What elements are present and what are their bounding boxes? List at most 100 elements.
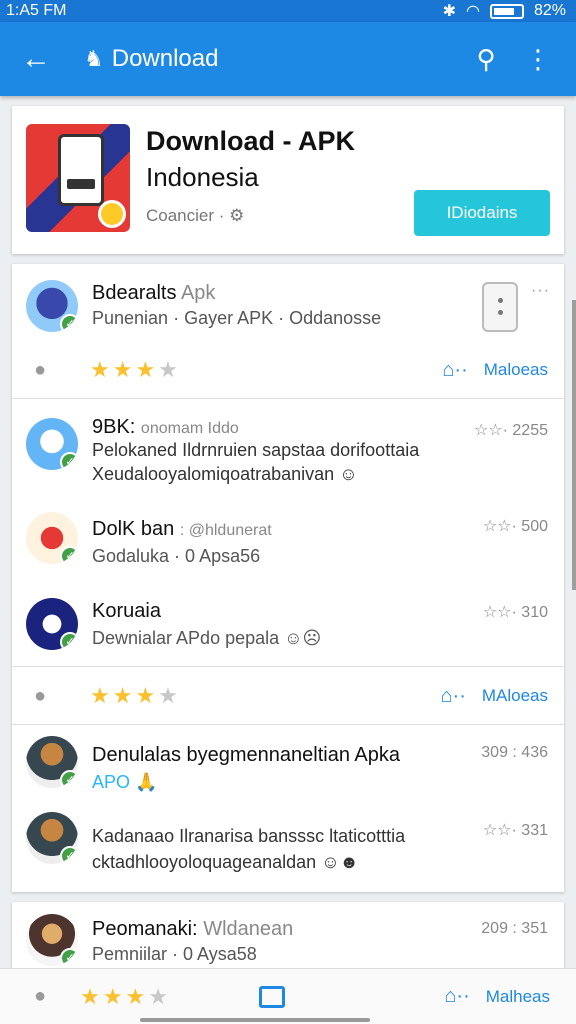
- reaction-count-value: 331: [521, 822, 548, 839]
- battery-level: 82%: [533, 2, 566, 19]
- comment-icon[interactable]: ●: [34, 985, 46, 1008]
- app-header-card: Download - APK Indonesia Coancier · ⚙ ID…: [12, 106, 564, 254]
- verified-icon: ✓: [60, 314, 78, 332]
- search-icon[interactable]: ⚲: [460, 44, 512, 75]
- item-subtitle-text: APO: [92, 772, 131, 792]
- item-subtitle-text: Dewnialar APdo pepala: [92, 628, 280, 648]
- page-title: Download: [111, 45, 219, 72]
- app-icon: [26, 124, 130, 232]
- item-title: DolK ban : @hldunerat: [92, 518, 272, 541]
- item-body-2: cktadhlooyoloquageanaldan ☺☻: [92, 852, 359, 873]
- action-row: ● ★★★★ ⌂·· MAloeas: [12, 668, 564, 724]
- battery-icon: [489, 3, 524, 19]
- more-vert-icon[interactable]: ⋮: [512, 44, 564, 75]
- emoji-icon: ☺☹: [284, 628, 322, 648]
- scrollbar[interactable]: [572, 300, 576, 590]
- bottom-action-bar: ● ★★★★ ⌂·· Malheas: [0, 968, 576, 1024]
- verified-icon: ✓: [60, 546, 78, 564]
- avatar: ✓: [26, 280, 78, 332]
- reaction-count: 209 : 351: [481, 920, 548, 937]
- item-title-light: Apk: [180, 282, 216, 304]
- item-title: 9BK: onomam Iddo: [92, 416, 239, 439]
- item-title-text: Peomanaki:: [92, 918, 198, 940]
- more-button[interactable]: MAloeas: [482, 686, 548, 706]
- item-title: Bdearalts Apk: [92, 282, 215, 305]
- app-bar: ← ♞ Download ⚲ ⋮: [0, 22, 576, 96]
- list-item[interactable]: ✓ 9BK: onomam Iddo Pelokaned Ildrnruien …: [12, 398, 564, 498]
- avatar: ✓: [26, 736, 78, 788]
- divider: [12, 666, 564, 667]
- comment-icon[interactable]: ●: [34, 359, 70, 382]
- wifi-icon: ◠: [466, 3, 480, 20]
- reaction-count-value: 310: [521, 604, 548, 621]
- arrow-left-icon[interactable]: ←: [12, 42, 60, 76]
- reaction-count: ☆☆· 2255: [473, 422, 548, 439]
- settings-icon: ⚙: [229, 206, 245, 225]
- app-name: Download - APK: [146, 126, 355, 156]
- status-time: 1:A5 FM: [6, 2, 67, 19]
- share-icon[interactable]: ⌂··: [440, 685, 465, 708]
- avatar: ✓: [26, 812, 78, 864]
- reaction-count-value: 500: [521, 518, 548, 535]
- avatar: ✓: [26, 418, 78, 470]
- app-logo-icon: ♞: [84, 46, 104, 71]
- home-indicator: [140, 1018, 370, 1022]
- item-title: Koruaia: [92, 600, 161, 622]
- item-title-text: 9BK:: [92, 416, 136, 438]
- verified-icon: ✓: [60, 452, 78, 470]
- item-body-2-text: cktadhlooyoloquageanaldan: [92, 852, 317, 872]
- list-item[interactable]: ✓ Denulalas byegmennaneltian Apka APO 🙏 …: [12, 724, 564, 804]
- item-subtitle: Dewnialar APdo pepala ☺☹: [92, 628, 321, 649]
- comment-icon[interactable]: ●: [34, 685, 70, 708]
- rating-stars: ★★★★: [80, 983, 171, 1009]
- verified-icon: ✓: [60, 770, 78, 788]
- app-meta-text: Coancier ·: [146, 206, 225, 225]
- rating-stars: ★★★★: [90, 357, 181, 382]
- reaction-count: 309 : 436: [481, 744, 548, 761]
- item-body-2-text: Xeudalooyalomiqoatrabanivan: [92, 464, 335, 484]
- item-title-text: Bdearalts: [92, 282, 177, 304]
- more-horiz-icon[interactable]: ···: [531, 282, 550, 300]
- verified-icon: ✓: [60, 846, 78, 864]
- reaction-count: ☆☆· 331: [482, 822, 548, 839]
- verified-icon: ✓: [60, 948, 78, 966]
- item-title-light: Wldanean: [203, 918, 294, 940]
- share-icon[interactable]: ⌂··: [442, 359, 467, 382]
- comment-list: ✓ Bdearalts Apk Punenian · Gayer APK · O…: [12, 264, 564, 892]
- verified-icon: ✓: [60, 632, 78, 650]
- bluetooth-icon: ✱: [442, 3, 456, 20]
- app-meta: Coancier · ⚙: [146, 206, 244, 226]
- item-title-light: onomam Iddo: [140, 420, 239, 437]
- item-title-light: : @hldunerat: [179, 522, 272, 539]
- item-body-2: Xeudalooyalomiqoatrabanivan ☺: [92, 464, 358, 485]
- download-button[interactable]: IDiodains: [414, 190, 550, 236]
- hands-icon: 🙏: [135, 772, 158, 792]
- list-item[interactable]: ✓ Koruaia Dewnialar APdo pepala ☺☹ ☆☆· 3…: [12, 584, 564, 666]
- list-item[interactable]: ✓ Kadanaao Ilranarisa bansssc ltaticottt…: [12, 804, 564, 892]
- item-body: Pelokaned Ildrnruien sapstaa dorifoottai…: [92, 440, 420, 460]
- app-subtitle: Indonesia: [146, 162, 259, 192]
- status-icons: ✱ ◠ 82%: [443, 1, 566, 21]
- item-title-text: DolK ban: [92, 518, 175, 540]
- avatar: ✓: [26, 598, 78, 650]
- emoji-icon: ☺☻: [321, 852, 359, 872]
- more-button[interactable]: Malheas: [486, 987, 550, 1007]
- item-subtitle: Punenian · Gayer APK · Oddanosse: [92, 308, 382, 328]
- status-bar: 1:A5 FM ✱ ◠ 82%: [0, 0, 576, 22]
- avatar: ✓: [26, 914, 78, 966]
- reaction-count-value: 2255: [512, 422, 548, 439]
- emoji-icon: ☺: [339, 464, 358, 484]
- list-item[interactable]: ✓ DolK ban : @hldunerat Godaluka · 0 Aps…: [12, 498, 564, 584]
- share-icon[interactable]: ⌂··: [444, 985, 469, 1008]
- item-subtitle: APO 🙏: [92, 772, 157, 793]
- item-body: Kadanaao Ilranarisa bansssc ltaticotttia: [92, 826, 406, 846]
- more-button[interactable]: Maloeas: [484, 360, 548, 380]
- reaction-count: ☆☆· 310: [482, 604, 548, 621]
- phone-menu-icon[interactable]: [482, 282, 518, 332]
- phone-icon: [58, 134, 104, 206]
- action-row: ● ★★★★ ⌂·· Maloeas: [12, 342, 564, 398]
- item-subtitle: Pemniilar · 0 Aysa58: [92, 944, 257, 964]
- item-title: Peomanaki: Wldanean: [92, 918, 293, 941]
- square-icon[interactable]: [259, 985, 285, 1008]
- badge-icon: [98, 200, 126, 228]
